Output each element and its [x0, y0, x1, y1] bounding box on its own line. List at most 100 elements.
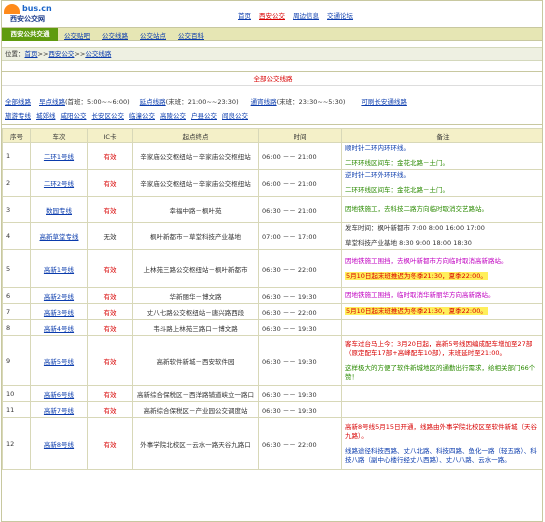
sub-nav-item[interactable]: 公交线路	[102, 32, 128, 40]
ic-card-status: 有效	[87, 169, 133, 197]
table-row: 6 高新2号线 有效 华新丽华－博文路 06:30 －－ 19:30 因地铁施工围挡，临时…	[2, 287, 542, 304]
ic-card-status: 有效	[87, 319, 133, 336]
table-row: 2 二环2号线 有效 辛家庙公交枢纽站－辛家庙公交枢纽站 06:00 －－ 21:00 逆…	[2, 169, 542, 197]
line-link[interactable]: 高新1号线	[44, 266, 74, 274]
line-link[interactable]: 高新2号线	[44, 293, 74, 301]
remark-paragraph: 5月10日起末班推迟为冬季21:30，夏季22:00。	[345, 271, 541, 281]
top-nav-item[interactable]: 西安公交	[259, 10, 285, 20]
line-link[interactable]: 高新5号线	[44, 358, 74, 366]
column-header: 备注	[341, 128, 542, 143]
line-link[interactable]: 二环1号线	[44, 153, 74, 161]
breadcrumb-prefix: 位置：	[5, 50, 25, 58]
line-category-link[interactable]: 全部线路	[5, 98, 31, 106]
line-cell: 数园专线	[30, 196, 88, 223]
remark-paragraph: 二环环线区间车：金花北路－土门。	[345, 159, 541, 168]
ic-card-status: 有效	[87, 249, 133, 288]
bus-logo-icon	[4, 4, 20, 14]
line-link[interactable]: 二环2号线	[44, 180, 74, 188]
top-nav-item[interactable]: 周边信息	[293, 10, 319, 20]
sub-nav-item[interactable]: 公交站点	[140, 32, 166, 40]
route-endpoints: 华新丽华－博文路	[132, 287, 259, 304]
district-link[interactable]: 高陵公交	[160, 112, 186, 120]
line-link[interactable]: 高新草堂专线	[40, 233, 79, 241]
district-link[interactable]: 城郊线	[36, 112, 56, 120]
row-number: 9	[2, 335, 31, 386]
site-logo[interactable]: bus.cn 西安公交网	[4, 4, 66, 24]
breadcrumb-link[interactable]: 西安公交	[48, 50, 74, 58]
route-endpoints: 上林苑三路公交枢纽站－枫叶新都市	[132, 249, 259, 288]
district-link[interactable]: 临潼公交	[129, 112, 155, 120]
line-category-note: (首班：5:00~~6:00)	[65, 98, 130, 106]
remark-text: 因地铁施工围挡，去枫叶新都市方向临时取消高新路站。	[345, 256, 508, 265]
line-category: 可刷长安通线路	[361, 96, 407, 106]
line-cell: 高新6号线	[30, 385, 88, 402]
service-time: 06:00 －－ 21:00	[258, 142, 342, 170]
line-category-link[interactable]: 延点线路	[140, 98, 166, 106]
remark-cell: 高新8号线5月15日开通，线路由外事学院北校区至软件新城（天谷九路）。 线路途径科…	[341, 417, 542, 470]
line-link[interactable]: 数园专线	[46, 207, 72, 215]
sub-nav: 公交贴吧 公交线路 公交站点 公交百科	[64, 30, 216, 40]
line-category: 通宵线路(末班：23:30~~5:30)	[251, 96, 346, 106]
row-number: 3	[2, 196, 31, 223]
table-row: 10 高新6号线 有效 高新综合保税区－西洋路铺道峡立一路口 06:30 －－ 19:3…	[2, 385, 542, 402]
route-endpoints: 丈八七路公交枢纽站－唐兴路西段	[132, 303, 259, 320]
bus-lines-table: 序号 车次 IC卡 起点终点 时间 备注 1 二环1号线 有效 辛家庙公交枢纽站－辛家庙公交枢纽…	[2, 128, 542, 470]
line-category-link[interactable]: 可刷长安通线路	[361, 98, 407, 106]
line-category: 延点线路(末班：21:00~~23:30)	[140, 96, 239, 106]
row-number: 12	[2, 417, 31, 470]
remark-paragraph: 线路途径科技西路、丈八北路、科技四路、鱼化一路（轻五路）、科技八路（副中心楼行经…	[345, 447, 541, 465]
top-nav-item[interactable]: 首页	[238, 10, 251, 20]
route-endpoints: 高新软件新城－西安软件园	[132, 335, 259, 386]
district-link[interactable]: 户县公交	[191, 112, 217, 120]
line-link[interactable]: 高新7号线	[44, 407, 74, 415]
breadcrumb-link[interactable]: 首页	[25, 50, 38, 58]
line-link[interactable]: 高新8号线	[44, 441, 74, 449]
line-category-link[interactable]: 通宵线路	[251, 98, 277, 106]
line-link[interactable]: 高新3号线	[44, 309, 74, 317]
ic-card-status: 有效	[87, 196, 133, 223]
remark-cell	[341, 385, 542, 402]
row-number: 10	[2, 385, 31, 402]
district-link[interactable]: 阎良公交	[222, 112, 248, 120]
district-link[interactable]: 旅游专线	[5, 112, 31, 120]
sub-nav-item[interactable]: 公交百科	[178, 32, 204, 40]
sub-nav-item[interactable]: 公交贴吧	[64, 32, 90, 40]
remark-paragraph: 因地铁施工围挡，临时取消华新丽华方向高新路站。	[345, 291, 541, 300]
service-time: 06:30 －－ 19:30	[258, 335, 342, 386]
column-header: 车次	[30, 128, 88, 143]
site-section-tab[interactable]: 西安公共交通	[2, 28, 58, 41]
table-body: 1 二环1号线 有效 辛家庙公交枢纽站－辛家庙公交枢纽站 06:00 －－ 21:00 顺…	[2, 142, 542, 470]
ic-card-status: 有效	[87, 385, 133, 402]
service-time: 06:30 －－ 19:30	[258, 385, 342, 402]
breadcrumb-link[interactable]: 公交线路	[85, 50, 111, 58]
column-header: IC卡	[87, 128, 133, 143]
row-number: 2	[2, 169, 31, 197]
remark-text: 因地铁施工围挡，临时取消华新丽华方向高新路站。	[345, 291, 495, 299]
service-time: 07:00 －－ 17:00	[258, 222, 342, 250]
top-nav: 首页 西安公交 周边信息 交通论坛	[238, 10, 361, 20]
remark-text: 发车时间：枫叶新都市 7:00 8:00 16:00 17:00	[345, 224, 485, 232]
line-category-note: (末班：23:30~~5:30)	[276, 98, 346, 106]
remark-paragraph: 因地铁施工，去科技二路方向临时取消交艺路站。	[345, 205, 541, 214]
line-link[interactable]: 高新4号线	[44, 325, 74, 333]
row-number: 7	[2, 303, 31, 320]
line-category-link[interactable]: 早点线路	[39, 98, 65, 106]
district-link[interactable]: 咸阳公交	[61, 112, 87, 120]
service-time: 06:30 －－ 22:00	[258, 303, 342, 320]
remark-text: 这样极大的方便了软件新城地区的通勤出行需求，给相关部门66个赞！	[345, 363, 536, 381]
line-link[interactable]: 高新6号线	[44, 391, 74, 399]
remark-cell: 因地铁施工围挡，去枫叶新都市方向临时取消高新路站。 5月10日起末班推迟为冬季21…	[341, 249, 542, 288]
district-link[interactable]: 长安区公交	[92, 112, 125, 120]
remark-cell: 发车时间：枫叶新都市 7:00 8:00 16:00 17:00 草堂科技产业基地…	[341, 222, 542, 250]
ic-card-status: 有效	[87, 417, 133, 470]
ic-card-status: 有效	[87, 303, 133, 320]
all-lines-panel: 全部公交线路 全部线路 早点线路(首班：5:00~~6:00) 延点线路(末班：21…	[2, 71, 542, 125]
ic-card-status: 有效	[87, 142, 133, 170]
line-cell: 高新4号线	[30, 319, 88, 336]
remark-paragraph: 草堂科技产业基地 8:30 9:00 18:00 18:30	[345, 239, 541, 248]
remark-text: 因地铁施工，去科技二路方向临时取消交艺路站。	[345, 205, 488, 213]
route-endpoints: 高新综合保税区－西洋路铺道峡立一路口	[132, 385, 259, 402]
remark-text: 高新8号线5月15日开通，线路由外事学院北校区至软件新城（天谷九路）。	[345, 422, 538, 440]
remark-cell: 客车过台马上今：3月20日起，高新5号线因编成配车增加至27部（原定配车17部+…	[341, 335, 542, 386]
top-nav-item[interactable]: 交通论坛	[327, 10, 353, 20]
